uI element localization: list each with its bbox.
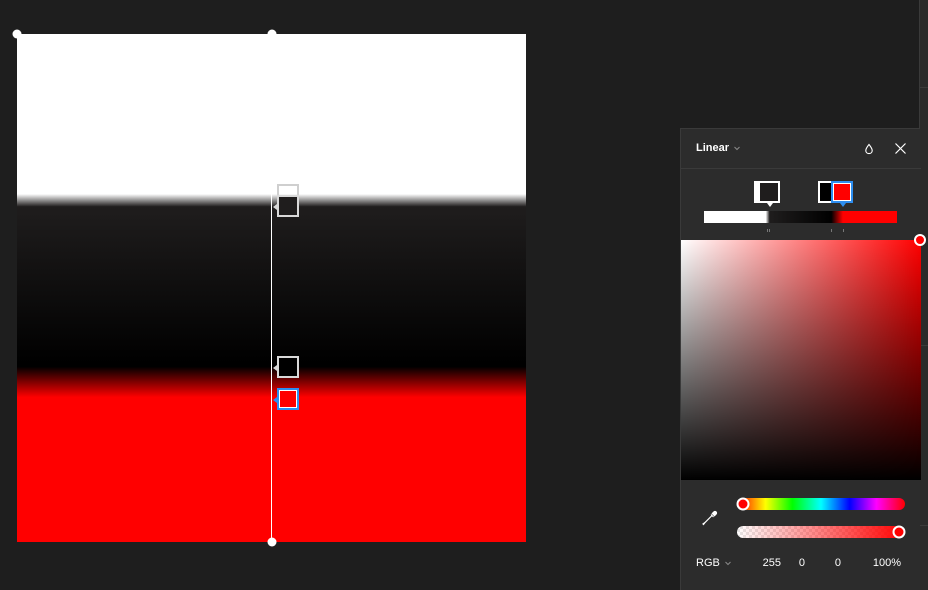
eyedropper-button[interactable] [701,509,719,527]
stop-tick [843,229,844,232]
editor-canvas[interactable]: Linear RGB 255 0 0 100% [0,0,928,590]
gradient-axis-line[interactable] [271,34,272,542]
frame-corner-handle[interactable] [12,29,22,39]
divider [920,87,928,88]
panel-header: Linear [681,129,921,169]
close-button[interactable] [892,140,908,156]
color-mode-dropdown[interactable]: RGB [696,557,732,569]
stop-tick [769,229,770,232]
red-value-input[interactable]: 255 [753,557,781,569]
stop-swatch-dark[interactable] [758,181,780,207]
alpha-value-input[interactable]: 100% [863,557,901,569]
opacity-slider[interactable] [737,525,906,539]
gradient-start-handle[interactable] [267,29,277,39]
stop-tick [831,229,832,232]
stop-swatch-red-selected[interactable] [831,181,853,207]
hue-slider-knob[interactable] [736,497,750,511]
stop-tick [767,229,768,232]
color-values-row: RGB 255 0 0 100% [681,557,921,573]
divider [920,345,928,346]
hue-slider[interactable] [736,497,905,511]
close-icon [894,142,906,154]
chevron-down-icon [734,146,740,151]
style-button[interactable] [861,141,877,157]
gradient-stop-dark-marker[interactable] [273,195,299,217]
color-picker-handle[interactable] [914,234,926,246]
blue-value-input[interactable]: 0 [825,557,841,569]
saturation-brightness-area[interactable] [681,240,921,480]
opacity-slider-knob[interactable] [892,525,906,539]
fill-type-label: Linear [696,142,730,154]
fill-picker-panel: Linear RGB 255 0 0 100% [680,128,926,590]
fill-type-dropdown[interactable]: Linear [696,142,741,154]
eyedropper-icon [702,510,718,526]
gradient-preview-bar[interactable] [704,211,897,223]
gradient-stop-red-marker[interactable] [273,388,299,410]
gradient-end-handle[interactable] [267,537,277,547]
green-value-input[interactable]: 0 [789,557,805,569]
color-mode-label: RGB [696,557,720,569]
drop-icon [865,143,873,155]
gradient-stop-black-marker[interactable] [273,356,299,378]
chevron-down-icon [724,561,731,566]
divider [920,525,928,526]
